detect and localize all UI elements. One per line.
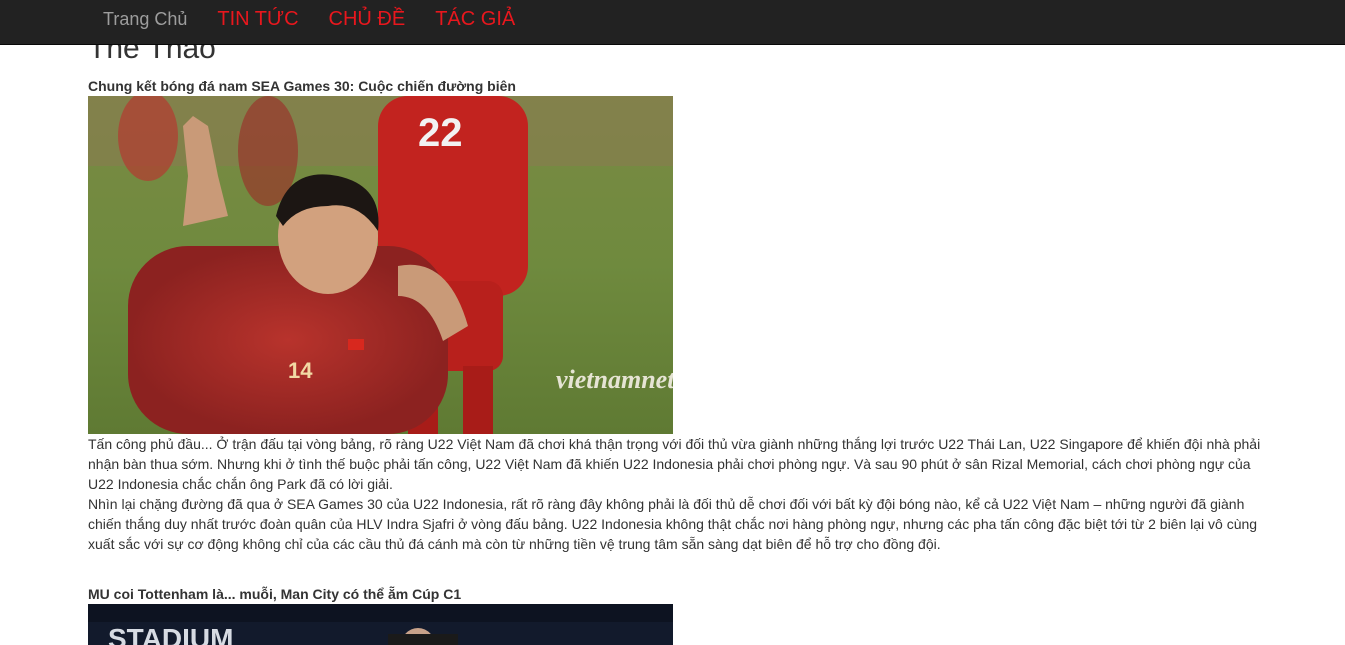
svg-text:14: 14	[288, 358, 313, 383]
watermark-text: vietnamnet	[556, 365, 673, 394]
article-image[interactable]: 22 14 vietnamnet	[88, 96, 673, 434]
article-title[interactable]: Chung kết bóng đá nam SEA Games 30: Cuộc…	[88, 76, 516, 96]
nav-item-topics[interactable]: CHỦ ĐỀ	[314, 0, 421, 30]
nav-item-authors[interactable]: TÁC GIẢ	[420, 0, 530, 30]
article-body: Tấn công phủ đầu... Ở trận đấu tại vòng …	[88, 434, 1263, 554]
nav-item-news[interactable]: TIN TỨC	[202, 0, 313, 30]
top-navbar: Trang Chủ TIN TỨC CHỦ ĐỀ TÁC GIẢ	[0, 0, 1345, 45]
article-title[interactable]: MU coi Tottenham là... muỗi, Man City có…	[88, 584, 461, 604]
article-image[interactable]: STADIUM	[88, 604, 673, 645]
article-paragraph: Tấn công phủ đầu... Ở trận đấu tại vòng …	[88, 436, 1261, 492]
nav-menu: Trang Chủ TIN TỨC CHỦ ĐỀ TÁC GIẢ	[88, 0, 530, 44]
svg-text:22: 22	[418, 111, 463, 155]
nav-item-home[interactable]: Trang Chủ	[88, 0, 202, 30]
article-paragraph: Nhìn lại chặng đường đã qua ở SEA Games …	[88, 496, 1258, 552]
svg-text:STADIUM: STADIUM	[108, 623, 233, 645]
